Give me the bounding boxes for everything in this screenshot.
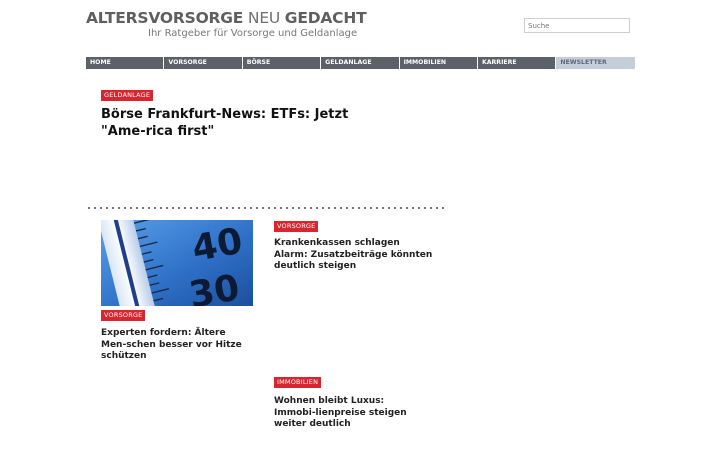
nav-item-immobilien[interactable]: IMMOBILIEN — [399, 57, 478, 69]
article-category-tag[interactable]: VORSORGE — [101, 310, 146, 321]
nav-item-newsletter[interactable]: NEWSLETTER — [556, 57, 635, 69]
nav-item-home[interactable]: HOME — [86, 57, 165, 69]
nav-item-vorsorge[interactable]: VORSORGE — [164, 57, 243, 69]
nav-item-boerse[interactable]: BÖRSE — [242, 57, 322, 69]
site-title-part1: ALTERSVORSORGE — [86, 9, 244, 27]
site-logo[interactable]: ALTERSVORSORGE NEU GEDACHT Ihr Ratgeber … — [86, 9, 367, 39]
article-title[interactable]: Wohnen bleibt Luxus: Immobi-lienpreise s… — [274, 396, 424, 431]
article-thumbnail[interactable]: 40 30 — [101, 220, 253, 306]
thermometer-image: 40 30 — [101, 220, 253, 306]
site-tagline: Ihr Ratgeber für Vorsorge und Geldanlage — [148, 28, 358, 39]
site-title-part2: NEU — [243, 9, 285, 27]
section-divider — [86, 207, 444, 209]
site-title-part3: GEDACHT — [284, 9, 367, 27]
lead-article-title[interactable]: Börse Frankfurt-News: ETFs: Jetzt "Ame-r… — [101, 106, 391, 140]
thermometer-digits-top: 40 — [189, 221, 245, 270]
search-input[interactable] — [524, 18, 630, 33]
nav-item-karriere[interactable]: KARRIERE — [477, 57, 557, 69]
article-title[interactable]: Krankenkassen schlagen Alarm: Zusatzbeit… — [274, 238, 434, 273]
article-category-tag[interactable]: VORSORGE — [274, 221, 319, 232]
article-title[interactable]: Experten fordern: Ältere Men-schen besse… — [101, 328, 251, 363]
main-nav: HOME VORSORGE BÖRSE GELDANLAGE IMMOBILIE… — [86, 57, 635, 69]
article-category-tag[interactable]: IMMOBILIEN — [274, 377, 322, 388]
site-title: ALTERSVORSORGE NEU GEDACHT — [86, 9, 367, 27]
lead-category-tag[interactable]: GELDANLAGE — [101, 90, 154, 101]
nav-item-geldanlage[interactable]: GELDANLAGE — [321, 57, 400, 69]
